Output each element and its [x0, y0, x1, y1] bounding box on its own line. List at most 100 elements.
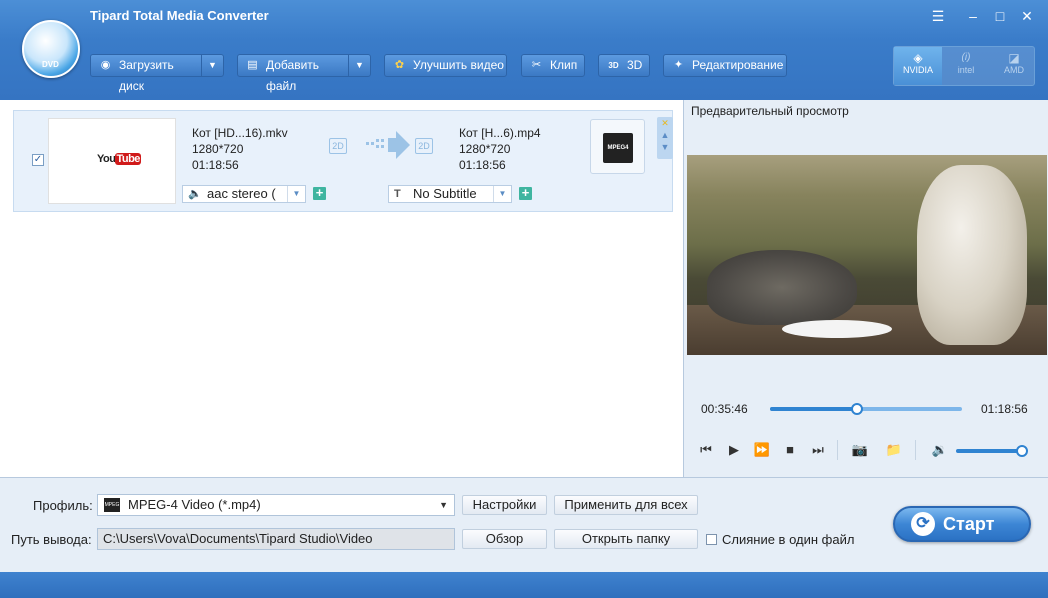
output-resolution: 1280*720	[459, 142, 511, 156]
close-button[interactable]: ✕	[1016, 6, 1038, 26]
disc-add-icon: ◉	[100, 59, 111, 71]
audio-track-select[interactable]: 🔈 aac stereo ( ▼	[182, 185, 306, 203]
volume-slider[interactable]	[956, 445, 1028, 457]
seek-handle[interactable]	[850, 403, 863, 415]
app-title: Tipard Total Media Converter	[90, 8, 269, 23]
intel-toggle[interactable]: (i) intel	[942, 47, 990, 85]
folder-icon[interactable]: 📁	[885, 442, 903, 458]
subtitle-dropdown-icon[interactable]: ▼	[493, 186, 511, 202]
output-path-label: Путь вывода:	[11, 532, 92, 547]
minimize-button[interactable]: –	[962, 6, 984, 26]
edit-button[interactable]: ✦ Редактирование	[663, 54, 787, 77]
subtitle-select[interactable]: T No Subtitle ▼	[388, 185, 512, 203]
bottom-panel: Профиль: MPEG MPEG-4 Video (*.mp4) ▼ Нас…	[0, 477, 1048, 572]
move-up-icon[interactable]: ▲	[657, 129, 673, 141]
apply-all-button[interactable]: Применить для всех	[554, 495, 698, 515]
nvidia-label: NVIDIA	[902, 65, 933, 75]
profile-select[interactable]: MPEG MPEG-4 Video (*.mp4) ▼	[97, 494, 455, 516]
next-icon[interactable]: ⏭	[809, 442, 827, 458]
mpeg-icon: MPEG	[104, 498, 120, 512]
audio-dropdown-icon[interactable]: ▼	[287, 186, 305, 202]
text-icon: T	[394, 188, 401, 200]
source-resolution: 1280*720	[192, 142, 244, 156]
file-add-icon: ▤	[247, 59, 258, 71]
remove-row-icon[interactable]: ✕	[657, 117, 673, 129]
3d-icon: 3D	[608, 61, 619, 70]
file-checkbox[interactable]: ✓	[32, 154, 44, 166]
audio-track-value: aac stereo (	[207, 186, 276, 201]
output-2d-badge[interactable]: 2D	[415, 138, 433, 154]
preview-panel: Предварительный просмотр 00:35:46 01:18:…	[685, 100, 1048, 477]
preview-title: Предварительный просмотр	[691, 104, 849, 118]
controls-divider	[837, 440, 838, 460]
browse-button[interactable]: Обзор	[462, 529, 547, 549]
enhance-label: Улучшить видео	[413, 58, 504, 72]
menu-icon[interactable]: ☰	[927, 6, 949, 26]
add-audio-button[interactable]: +	[313, 186, 326, 200]
add-file-dropdown[interactable]: ▼	[348, 55, 370, 76]
merge-label: Слияние в один файл	[722, 532, 855, 547]
play-icon[interactable]: ▶	[725, 442, 743, 458]
volume-icon[interactable]: 🔉	[931, 442, 949, 458]
total-time: 01:18:56	[981, 402, 1028, 416]
current-time: 00:35:46	[701, 402, 748, 416]
profile-label: Профиль:	[33, 498, 93, 513]
merge-checkbox[interactable]	[706, 534, 717, 545]
output-filename: Кот [H...6).mp4	[459, 126, 541, 140]
seek-fill	[770, 407, 857, 411]
load-disc-label: Загрузить диск	[119, 58, 174, 93]
edit-label: Редактирование	[692, 58, 784, 72]
fast-forward-icon[interactable]: ⏩	[753, 442, 771, 458]
snapshot-icon[interactable]: 📷	[851, 442, 869, 458]
file-thumbnail[interactable]: YouTube	[48, 118, 176, 204]
3d-button[interactable]: 3D 3D	[598, 54, 650, 77]
status-bar	[0, 572, 1048, 598]
clip-button[interactable]: ✂ Клип	[521, 54, 585, 77]
chevron-down-icon[interactable]: ▼	[439, 495, 448, 515]
add-subtitle-button[interactable]: +	[519, 186, 532, 200]
input-2d-badge[interactable]: 2D	[329, 138, 347, 154]
source-duration: 01:18:56	[192, 158, 239, 172]
settings-button[interactable]: Настройки	[462, 495, 547, 515]
start-button[interactable]: ⟳ Старт	[893, 506, 1031, 542]
nvidia-icon: ◈	[913, 51, 923, 65]
add-file-button[interactable]: ▤ Добавить файл ▼	[237, 54, 371, 93]
speaker-icon: 🔈	[188, 188, 202, 200]
profile-value: MPEG-4 Video (*.mp4)	[128, 497, 261, 512]
amd-toggle[interactable]: ◪ AMD	[990, 47, 1038, 85]
amd-icon: ◪	[1008, 51, 1020, 65]
output-info: Кот [H...6).mp4 1280*720 01:18:56	[459, 125, 541, 173]
acceleration-panel: ◈ NVIDIA (i) intel ◪ AMD	[893, 46, 1035, 86]
video-bowl	[782, 320, 892, 338]
stop-icon[interactable]: ■	[781, 442, 799, 458]
output-path-field[interactable]: C:\Users\Vova\Documents\Tipard Studio\Vi…	[97, 528, 455, 550]
seek-slider[interactable]	[770, 403, 962, 415]
video-preview[interactable]	[687, 155, 1047, 355]
youtube-tube-text: Tube	[115, 153, 141, 165]
sparkle-icon: ✦	[673, 59, 684, 71]
enhance-video-button[interactable]: ✿ Улучшить видео	[384, 54, 507, 77]
volume-handle[interactable]	[1016, 445, 1028, 457]
output-format-button[interactable]: MPEG4	[590, 119, 645, 174]
app-logo: DVD	[22, 20, 80, 78]
youtube-logo: YouTube	[97, 153, 141, 165]
convert-icon: ⟳	[911, 512, 935, 536]
nvidia-toggle[interactable]: ◈ NVIDIA	[894, 47, 942, 85]
amd-label: AMD	[1004, 65, 1024, 75]
start-label: Старт	[943, 514, 995, 534]
previous-icon[interactable]: ⏮	[697, 442, 715, 458]
convert-arrow-icon	[366, 131, 410, 159]
load-disc-button[interactable]: ◉ Загрузить диск ▼	[90, 54, 224, 93]
logo-label: DVD	[42, 60, 59, 69]
clip-label: Клип	[550, 58, 578, 72]
mpeg4-film-icon: MPEG4	[603, 133, 633, 163]
file-row[interactable]: ✓ YouTube Кот [HD...16).mkv 1280*720 01:…	[13, 110, 673, 212]
move-down-icon[interactable]: ▼	[657, 141, 673, 153]
subtitle-value: No Subtitle	[413, 186, 477, 201]
open-folder-button[interactable]: Открыть папку	[554, 529, 698, 549]
add-file-label: Добавить файл	[266, 58, 320, 93]
maximize-button[interactable]: □	[989, 6, 1011, 26]
load-disc-dropdown[interactable]: ▼	[201, 55, 223, 76]
file-list: ✓ YouTube Кот [HD...16).mkv 1280*720 01:…	[0, 100, 684, 477]
palette-icon: ✿	[394, 59, 405, 71]
